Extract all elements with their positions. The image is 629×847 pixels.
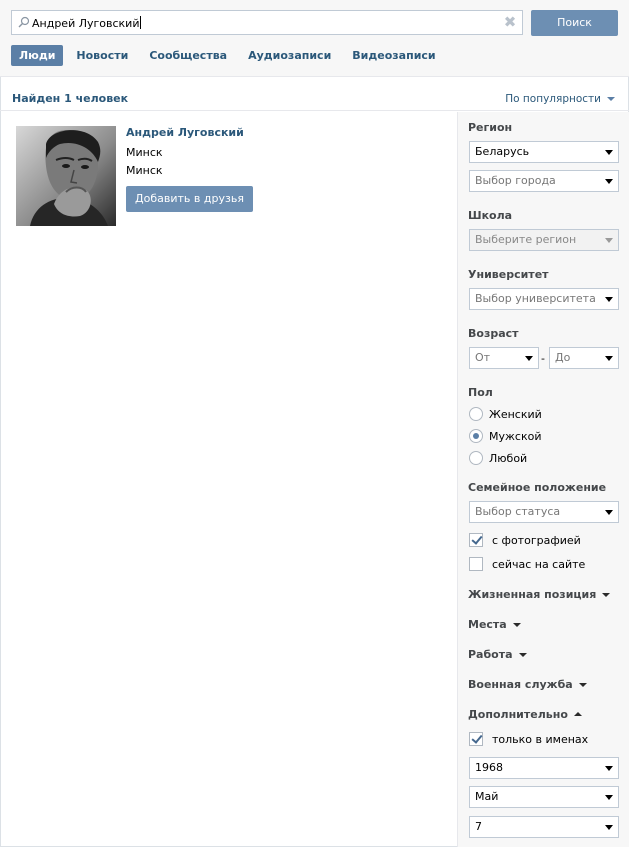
marital-heading: Семейное положение: [468, 481, 607, 494]
checkbox-label: сейчас на сайте: [492, 557, 586, 571]
country-select[interactable]: Беларусь: [469, 141, 619, 163]
avatar[interactable]: [16, 126, 116, 226]
checkbox[interactable]: [469, 557, 483, 571]
checkbox-label: с фотографией: [492, 533, 581, 547]
with-photo-checkbox-row[interactable]: с фотографией: [469, 532, 581, 548]
results-summary-bar: Найден 1 человек По популярности: [0, 87, 629, 111]
university-placeholder: Выбор университета: [475, 292, 596, 305]
checkbox-checked[interactable]: [469, 533, 483, 547]
radio-label: Мужской: [489, 429, 542, 443]
chevron-down-icon: [605, 825, 613, 830]
radio-label: Любой: [489, 451, 528, 465]
age-to-select[interactable]: До: [549, 347, 619, 369]
portrait-photo: [16, 126, 116, 226]
chevron-down-icon: [605, 297, 613, 302]
search-input[interactable]: Андрей Луговский ✖: [11, 10, 523, 35]
chevron-up-icon: [573, 712, 582, 716]
tab-news[interactable]: Новости: [68, 45, 136, 66]
birth-year-select[interactable]: 1968: [469, 757, 619, 779]
gender-option-female[interactable]: Женский: [469, 406, 542, 422]
gender-option-male[interactable]: Мужской: [469, 428, 541, 444]
filters-sidebar: Регион Беларусь Выбор города Школа Выбер…: [457, 112, 629, 847]
section-work[interactable]: Работа: [468, 648, 527, 661]
birth-month-value: Май: [475, 790, 499, 803]
section-life-position[interactable]: Жизненная позиция: [468, 588, 611, 601]
chevron-down-icon: [605, 356, 613, 361]
chevron-down-icon: [607, 97, 615, 101]
chevron-down-icon: [602, 593, 611, 597]
school-placeholder: Выберите регион: [475, 233, 577, 246]
person-city: Минск: [126, 146, 163, 159]
radio-button-selected[interactable]: [469, 429, 483, 443]
search-query-text: Андрей Луговский: [32, 16, 142, 30]
birth-day-value: 7: [475, 820, 482, 833]
school-select: Выберите регион: [469, 229, 619, 251]
radio-button[interactable]: [469, 451, 483, 465]
gender-option-any[interactable]: Любой: [469, 450, 527, 466]
chevron-down-icon: [512, 623, 521, 627]
marital-placeholder: Выбор статуса: [475, 505, 561, 518]
search-icon: [18, 16, 30, 28]
chevron-down-icon: [518, 653, 527, 657]
tab-people[interactable]: Люди: [11, 45, 64, 66]
gender-heading: Пол: [468, 386, 493, 399]
age-from-value: От: [475, 351, 491, 364]
school-heading: Школа: [468, 209, 513, 222]
chevron-down-icon: [578, 683, 587, 687]
birth-day-select[interactable]: 7: [469, 816, 619, 838]
add-friend-button[interactable]: Добавить в друзья: [126, 186, 253, 212]
age-range-separator: -: [541, 352, 545, 365]
chevron-down-icon: [605, 238, 613, 243]
tab-communities[interactable]: Сообщества: [141, 45, 235, 66]
university-heading: Университет: [468, 268, 549, 281]
clear-search-icon[interactable]: ✖: [503, 15, 517, 30]
university-select[interactable]: Выбор университета: [469, 288, 619, 310]
search-button[interactable]: Поиск: [531, 10, 618, 36]
search-header: Андрей Луговский ✖ Поиск Люди Новости Со…: [0, 0, 629, 77]
chevron-down-icon: [605, 795, 613, 800]
online-now-checkbox-row[interactable]: сейчас на сайте: [469, 556, 585, 572]
sort-label: По популярности: [505, 93, 601, 105]
chevron-down-icon: [525, 356, 533, 361]
age-heading: Возраст: [468, 327, 519, 340]
tab-video[interactable]: Видеозаписи: [344, 45, 443, 66]
chevron-down-icon: [605, 179, 613, 184]
country-value: Беларусь: [475, 145, 530, 158]
section-military[interactable]: Военная служба: [468, 678, 587, 691]
region-heading: Регион: [468, 121, 513, 134]
section-additional[interactable]: Дополнительно: [468, 708, 582, 721]
tab-audio[interactable]: Аудиозаписи: [240, 45, 339, 66]
sort-dropdown[interactable]: По популярности: [505, 93, 615, 105]
text-cursor: [140, 16, 142, 29]
radio-label: Женский: [489, 407, 542, 421]
checkbox-label: только в именах: [492, 732, 589, 746]
birth-year-value: 1968: [475, 761, 503, 774]
marital-status-select[interactable]: Выбор статуса: [469, 501, 619, 523]
chevron-down-icon: [605, 766, 613, 771]
person-name-link[interactable]: Андрей Луговский: [126, 126, 244, 139]
birth-month-select[interactable]: Май: [469, 786, 619, 808]
age-to-value: До: [555, 351, 571, 364]
radio-button[interactable]: [469, 407, 483, 421]
person-city-secondary: Минск: [126, 164, 163, 177]
city-select[interactable]: Выбор города: [469, 170, 619, 192]
checkbox-checked[interactable]: [469, 732, 483, 746]
age-from-select[interactable]: От: [469, 347, 539, 369]
chevron-down-icon: [605, 510, 613, 515]
chevron-down-icon: [605, 150, 613, 155]
names-only-checkbox-row[interactable]: только в именах: [469, 731, 588, 747]
results-count: Найден 1 человек: [12, 92, 129, 105]
search-tabs: Люди Новости Сообщества Аудиозаписи Виде…: [11, 45, 449, 67]
section-places[interactable]: Места: [468, 618, 521, 631]
city-placeholder: Выбор города: [475, 174, 556, 187]
